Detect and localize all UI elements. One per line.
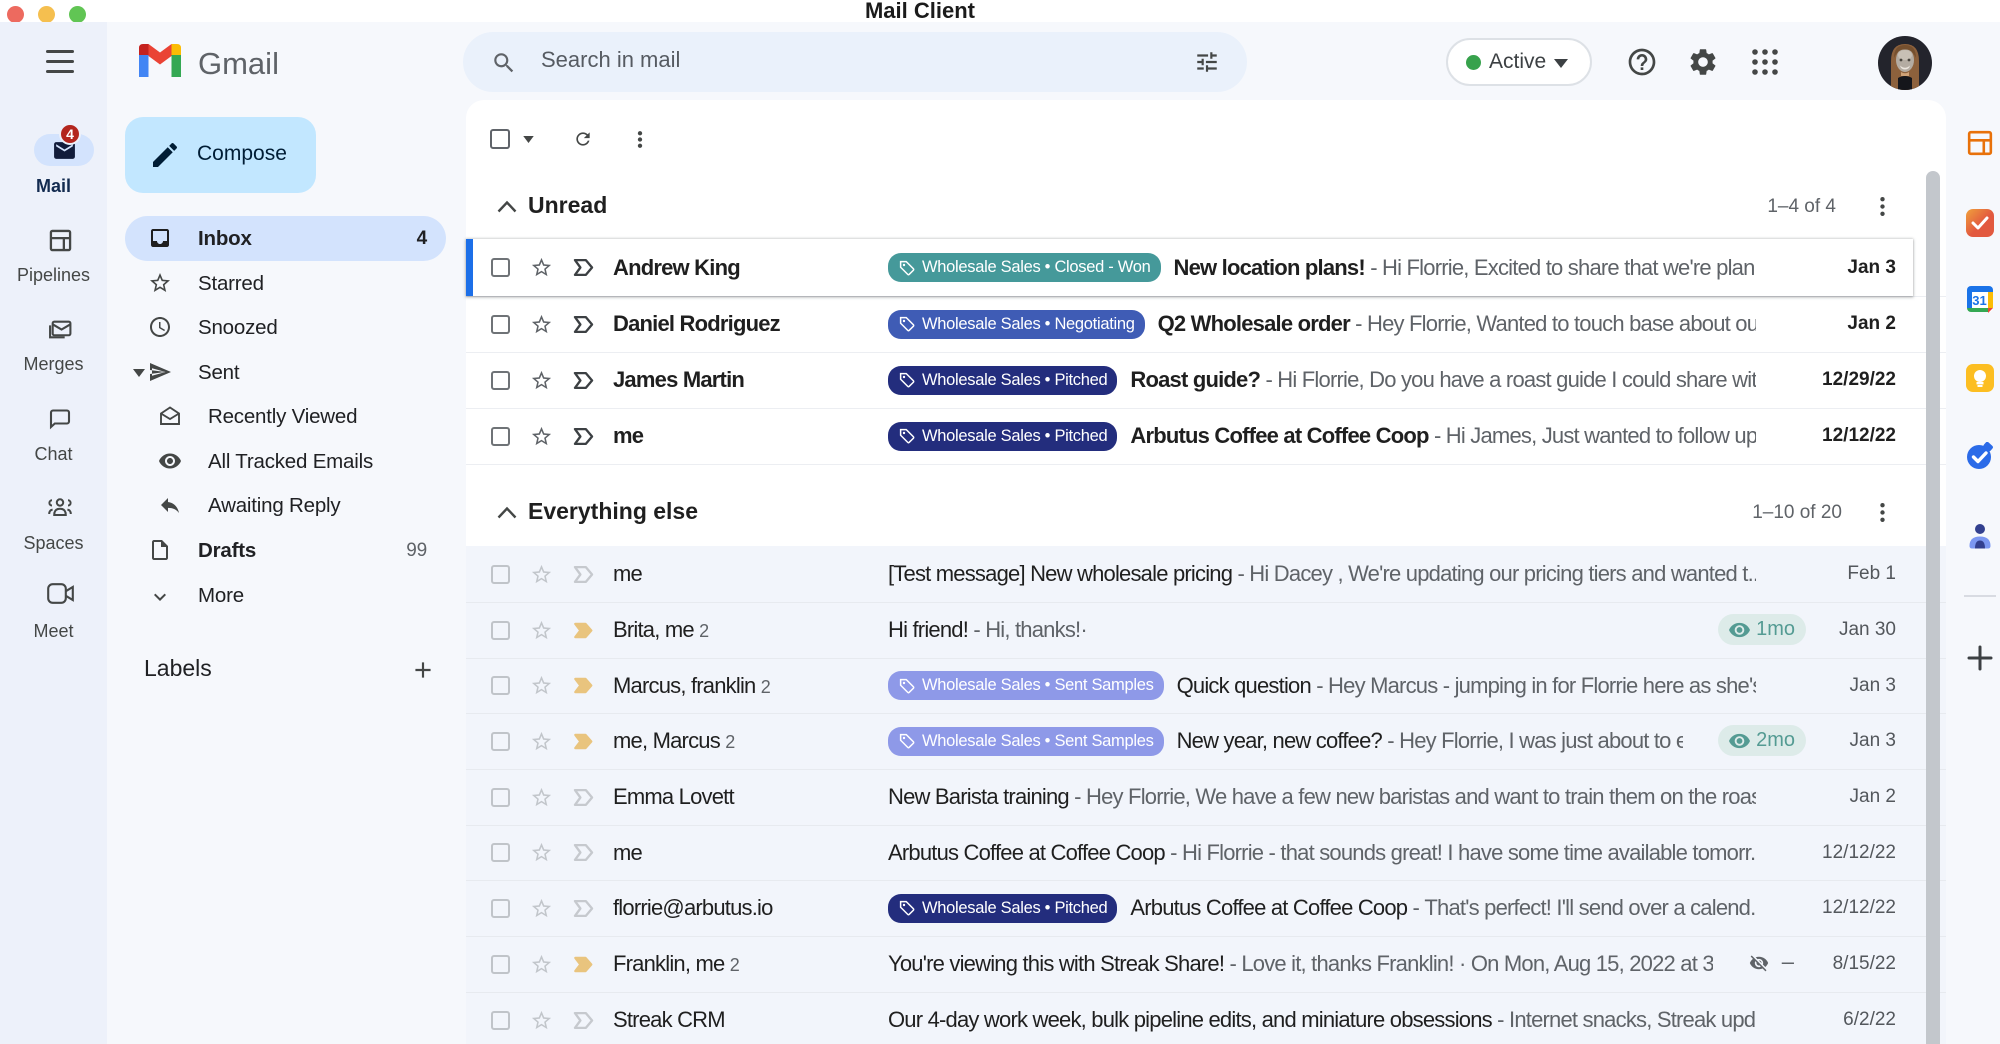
svg-text:31: 31 bbox=[1972, 293, 1986, 308]
